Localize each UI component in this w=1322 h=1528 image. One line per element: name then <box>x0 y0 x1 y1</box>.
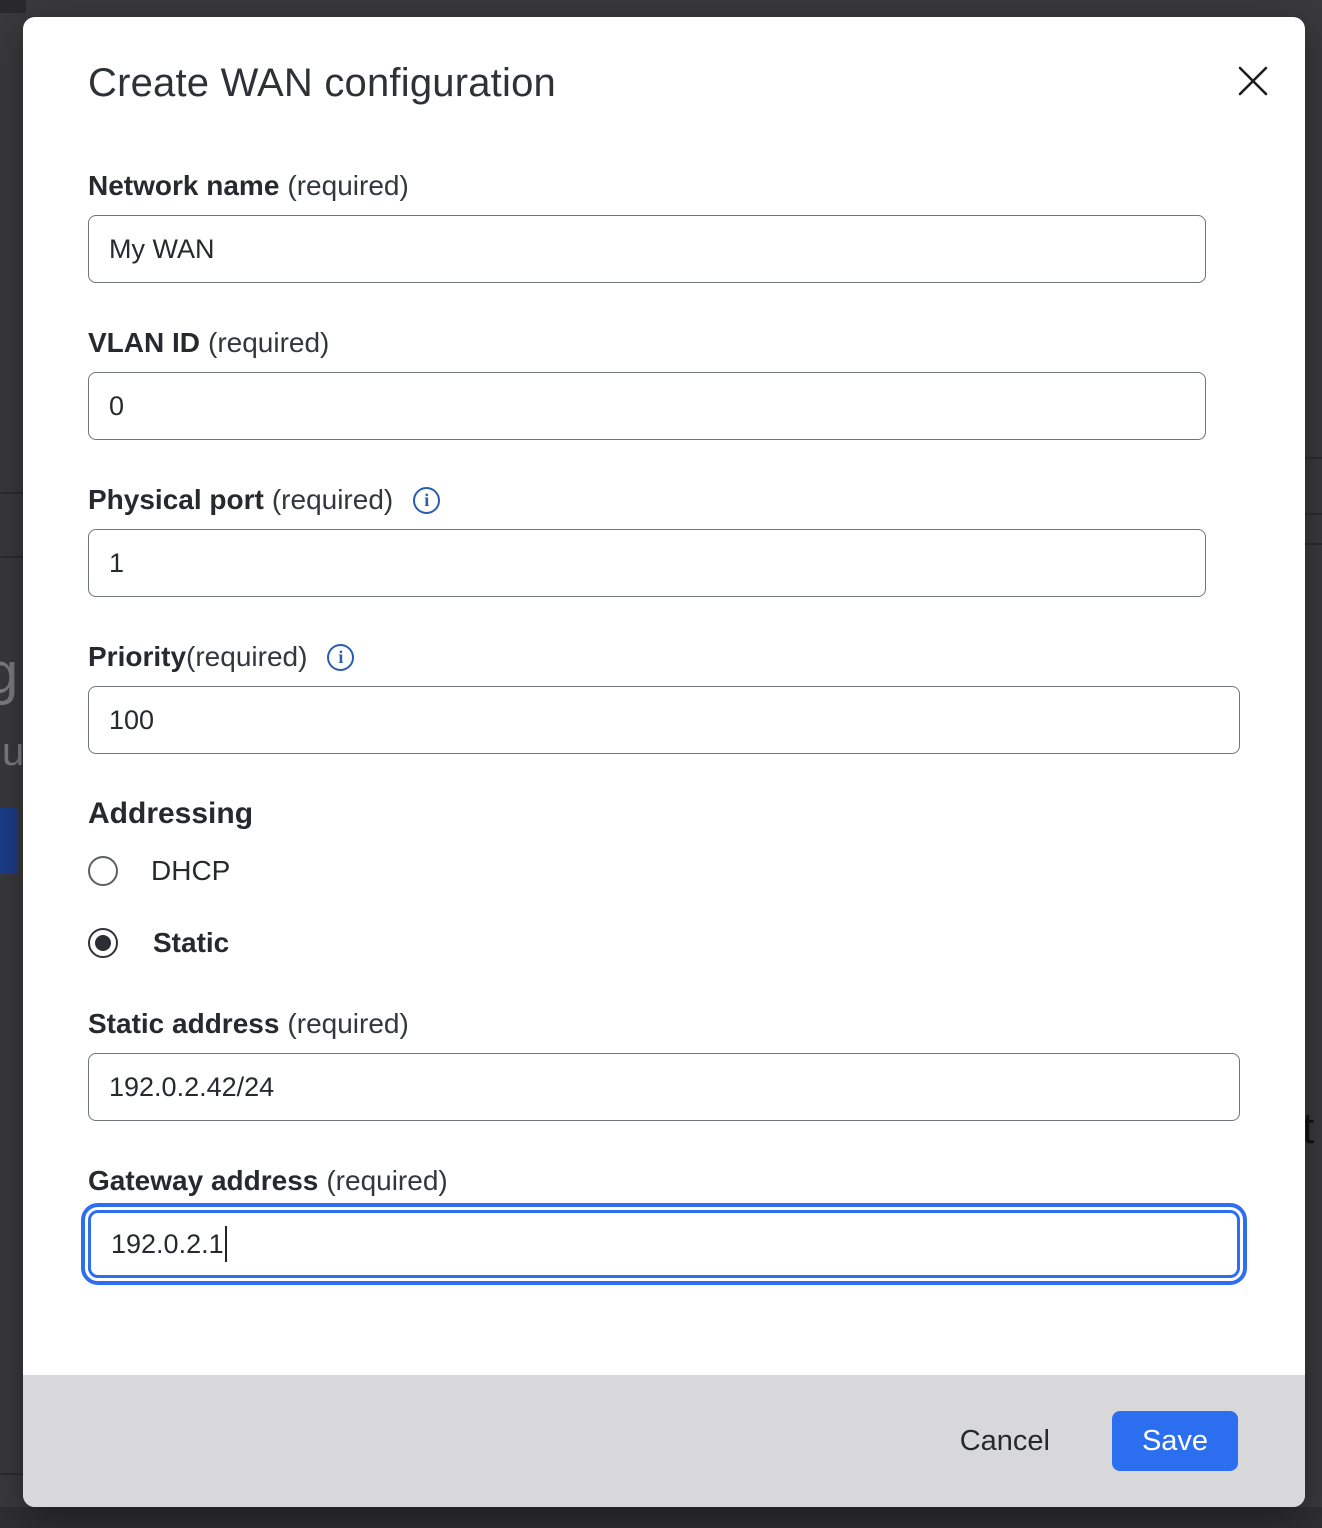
radio-option-static[interactable]: Static <box>88 927 1240 959</box>
info-icon[interactable]: i <box>413 487 440 514</box>
dhcp-radio-label: DHCP <box>151 855 230 887</box>
required-hint: (required) <box>287 1007 408 1041</box>
required-hint: (required) <box>287 169 408 203</box>
priority-label: Priority <box>88 640 186 674</box>
background-corner-block <box>0 0 26 13</box>
field-vlan-id: VLAN ID (required) <box>88 326 1240 440</box>
radio-option-dhcp[interactable]: DHCP <box>88 855 1240 887</box>
background-text-fragment: g <box>0 640 18 707</box>
gateway-address-label-row: Gateway address (required) <box>88 1164 1240 1198</box>
physical-port-label-row: Physical port (required) i <box>88 483 1240 517</box>
radio-unchecked-icon[interactable] <box>88 856 118 886</box>
gateway-address-input[interactable]: 192.0.2.1 <box>88 1210 1240 1278</box>
background-table-line <box>1305 543 1322 545</box>
background-bottom-strip <box>0 1507 1322 1528</box>
priority-input[interactable] <box>88 686 1240 754</box>
background-button-fragment <box>0 808 18 874</box>
vlan-id-label-row: VLAN ID (required) <box>88 326 1240 360</box>
required-hint: (required) <box>186 640 307 674</box>
background-text-fragment: u <box>2 730 24 775</box>
network-name-label: Network name <box>88 169 279 203</box>
info-icon[interactable]: i <box>327 644 354 671</box>
create-wan-dialog: Create WAN configuration Network name (r… <box>23 17 1305 1507</box>
background-table-line <box>1305 457 1322 459</box>
network-name-input[interactable] <box>88 215 1206 283</box>
vlan-id-label: VLAN ID <box>88 326 200 360</box>
background-table-line <box>0 1473 23 1475</box>
vlan-id-input[interactable] <box>88 372 1206 440</box>
static-address-label-row: Static address (required) <box>88 1007 1240 1041</box>
required-hint: (required) <box>272 483 393 517</box>
addressing-section: Addressing DHCP Static <box>88 797 1240 959</box>
save-button[interactable]: Save <box>1112 1411 1238 1471</box>
field-static-address: Static address (required) <box>88 1007 1240 1121</box>
static-address-label: Static address <box>88 1007 279 1041</box>
field-network-name: Network name (required) <box>88 169 1240 283</box>
gateway-address-value: 192.0.2.1 <box>111 1229 224 1260</box>
physical-port-label: Physical port <box>88 483 264 517</box>
background-table-line <box>0 556 23 558</box>
radio-dot <box>95 935 111 951</box>
gateway-address-label: Gateway address <box>88 1164 318 1198</box>
physical-port-input[interactable] <box>88 529 1206 597</box>
text-caret <box>225 1226 227 1262</box>
dialog-body: Create WAN configuration Network name (r… <box>23 17 1305 1375</box>
field-gateway-address: Gateway address (required) 192.0.2.1 <box>88 1164 1240 1278</box>
static-radio-label: Static <box>153 927 229 959</box>
background-table-line <box>0 492 23 494</box>
dialog-title: Create WAN configuration <box>88 59 1240 107</box>
network-name-label-row: Network name (required) <box>88 169 1240 203</box>
addressing-heading: Addressing <box>88 797 1240 831</box>
required-hint: (required) <box>326 1164 447 1198</box>
close-button[interactable] <box>1233 61 1273 101</box>
required-hint: (required) <box>208 326 329 360</box>
priority-label-row: Priority (required) i <box>88 640 1240 674</box>
radio-checked-icon[interactable] <box>88 928 118 958</box>
field-priority: Priority (required) i <box>88 640 1240 754</box>
close-icon <box>1235 63 1271 99</box>
dialog-footer: Cancel Save <box>23 1375 1305 1507</box>
cancel-button[interactable]: Cancel <box>948 1417 1062 1466</box>
static-address-input[interactable] <box>88 1053 1240 1121</box>
field-physical-port: Physical port (required) i <box>88 483 1240 597</box>
background-table-line <box>1305 513 1322 515</box>
